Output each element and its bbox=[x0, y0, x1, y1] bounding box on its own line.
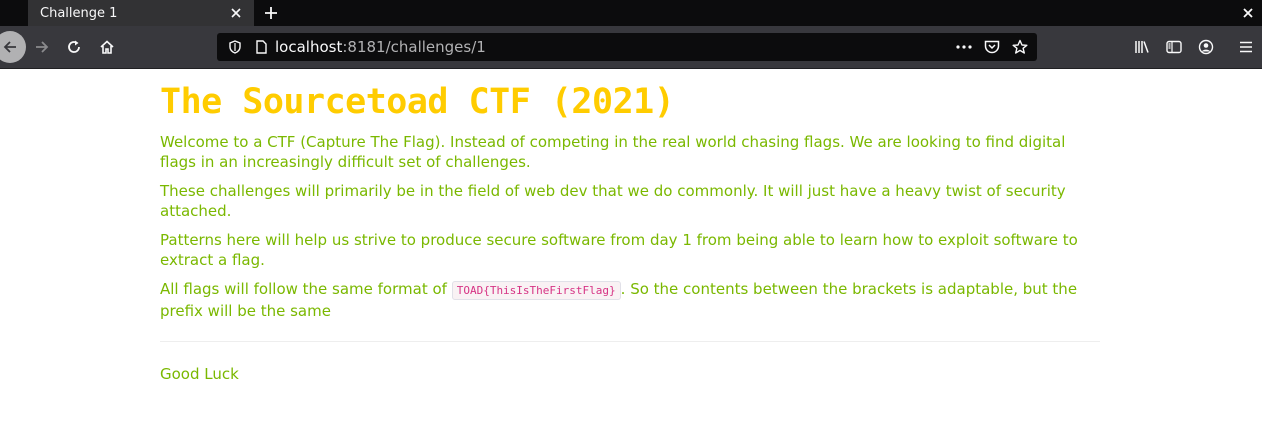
tab-title: Challenge 1 bbox=[40, 5, 118, 21]
divider bbox=[160, 341, 1100, 342]
hamburger-icon[interactable] bbox=[1232, 33, 1260, 61]
page-content: The Sourcetoad CTF (2021) Welcome to a C… bbox=[160, 70, 1100, 384]
shield-icon[interactable] bbox=[225, 37, 245, 57]
account-icon[interactable] bbox=[1192, 33, 1220, 61]
url-host: localhost bbox=[275, 38, 343, 56]
url-bar[interactable]: localhost:8181/challenges/1 bbox=[217, 33, 1037, 61]
url-path: :8181/challenges/1 bbox=[342, 38, 486, 56]
tab-active[interactable]: Challenge 1 bbox=[28, 0, 254, 26]
signoff-text: Good Luck bbox=[160, 365, 239, 383]
more-icon[interactable] bbox=[953, 37, 975, 57]
url-text[interactable]: localhost:8181/challenges/1 bbox=[275, 38, 486, 56]
intro-paragraph: Welcome to a CTF (Capture The Flag). Ins… bbox=[160, 133, 1066, 171]
back-arrow-icon[interactable] bbox=[0, 31, 26, 63]
reload-icon[interactable] bbox=[60, 33, 88, 61]
library-icon[interactable] bbox=[1128, 33, 1156, 61]
sidebar-icon[interactable] bbox=[1160, 33, 1188, 61]
plus-icon[interactable] bbox=[259, 1, 283, 25]
flag-format-code: TOAD{ThisIsTheFirstFlag} bbox=[451, 281, 621, 300]
window-close-icon[interactable] bbox=[1238, 3, 1258, 23]
tab-strip: Challenge 1 bbox=[0, 0, 1262, 26]
star-icon[interactable] bbox=[1009, 37, 1031, 57]
web-dev-paragraph: These challenges will primarily be in th… bbox=[160, 182, 1066, 220]
flag-format-text-before: All flags will follow the same format of bbox=[160, 280, 452, 298]
pocket-icon[interactable] bbox=[981, 37, 1003, 57]
patterns-paragraph: Patterns here will help us strive to pro… bbox=[160, 231, 1078, 269]
navigation-toolbar: localhost:8181/challenges/1 bbox=[0, 26, 1262, 69]
url-actions bbox=[953, 37, 1031, 57]
home-icon[interactable] bbox=[93, 33, 121, 61]
forward-arrow-icon[interactable] bbox=[28, 33, 56, 61]
toolbar-right bbox=[1124, 33, 1262, 61]
page-title: The Sourcetoad CTF (2021) bbox=[160, 82, 675, 122]
close-icon[interactable] bbox=[226, 3, 246, 23]
page-icon[interactable] bbox=[251, 37, 271, 57]
flag-format-paragraph: All flags will follow the same format of… bbox=[160, 279, 1100, 321]
